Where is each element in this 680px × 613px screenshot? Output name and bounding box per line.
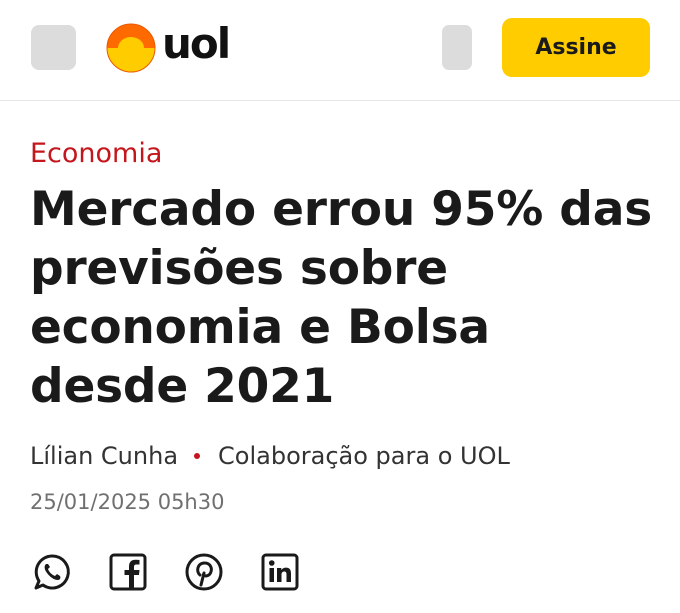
- search-button[interactable]: [442, 25, 472, 70]
- menu-button[interactable]: [31, 25, 76, 70]
- source-label: Colaboração para o UOL: [218, 442, 510, 470]
- uol-logo[interactable]: uol: [104, 19, 250, 73]
- category-link[interactable]: Economia: [30, 138, 162, 169]
- share-bar: [32, 552, 300, 592]
- linkedin-icon[interactable]: [260, 552, 300, 592]
- uol-logo-mark: [106, 23, 156, 73]
- pinterest-icon[interactable]: [184, 552, 224, 592]
- uol-logo-text: uol: [162, 19, 231, 68]
- subscribe-button[interactable]: Assine: [502, 18, 650, 77]
- author-name[interactable]: Lílian Cunha: [30, 442, 178, 470]
- publish-datetime: 25/01/2025 05h30: [30, 490, 225, 514]
- site-header: uol Assine: [0, 0, 680, 101]
- article-headline: Mercado errou 95% das previsões sobre ec…: [30, 182, 653, 414]
- facebook-icon[interactable]: [108, 552, 148, 592]
- byline-separator-dot: [194, 453, 201, 459]
- byline: Lílian Cunha Colaboração para o UOL: [30, 442, 510, 470]
- whatsapp-icon[interactable]: [32, 552, 72, 592]
